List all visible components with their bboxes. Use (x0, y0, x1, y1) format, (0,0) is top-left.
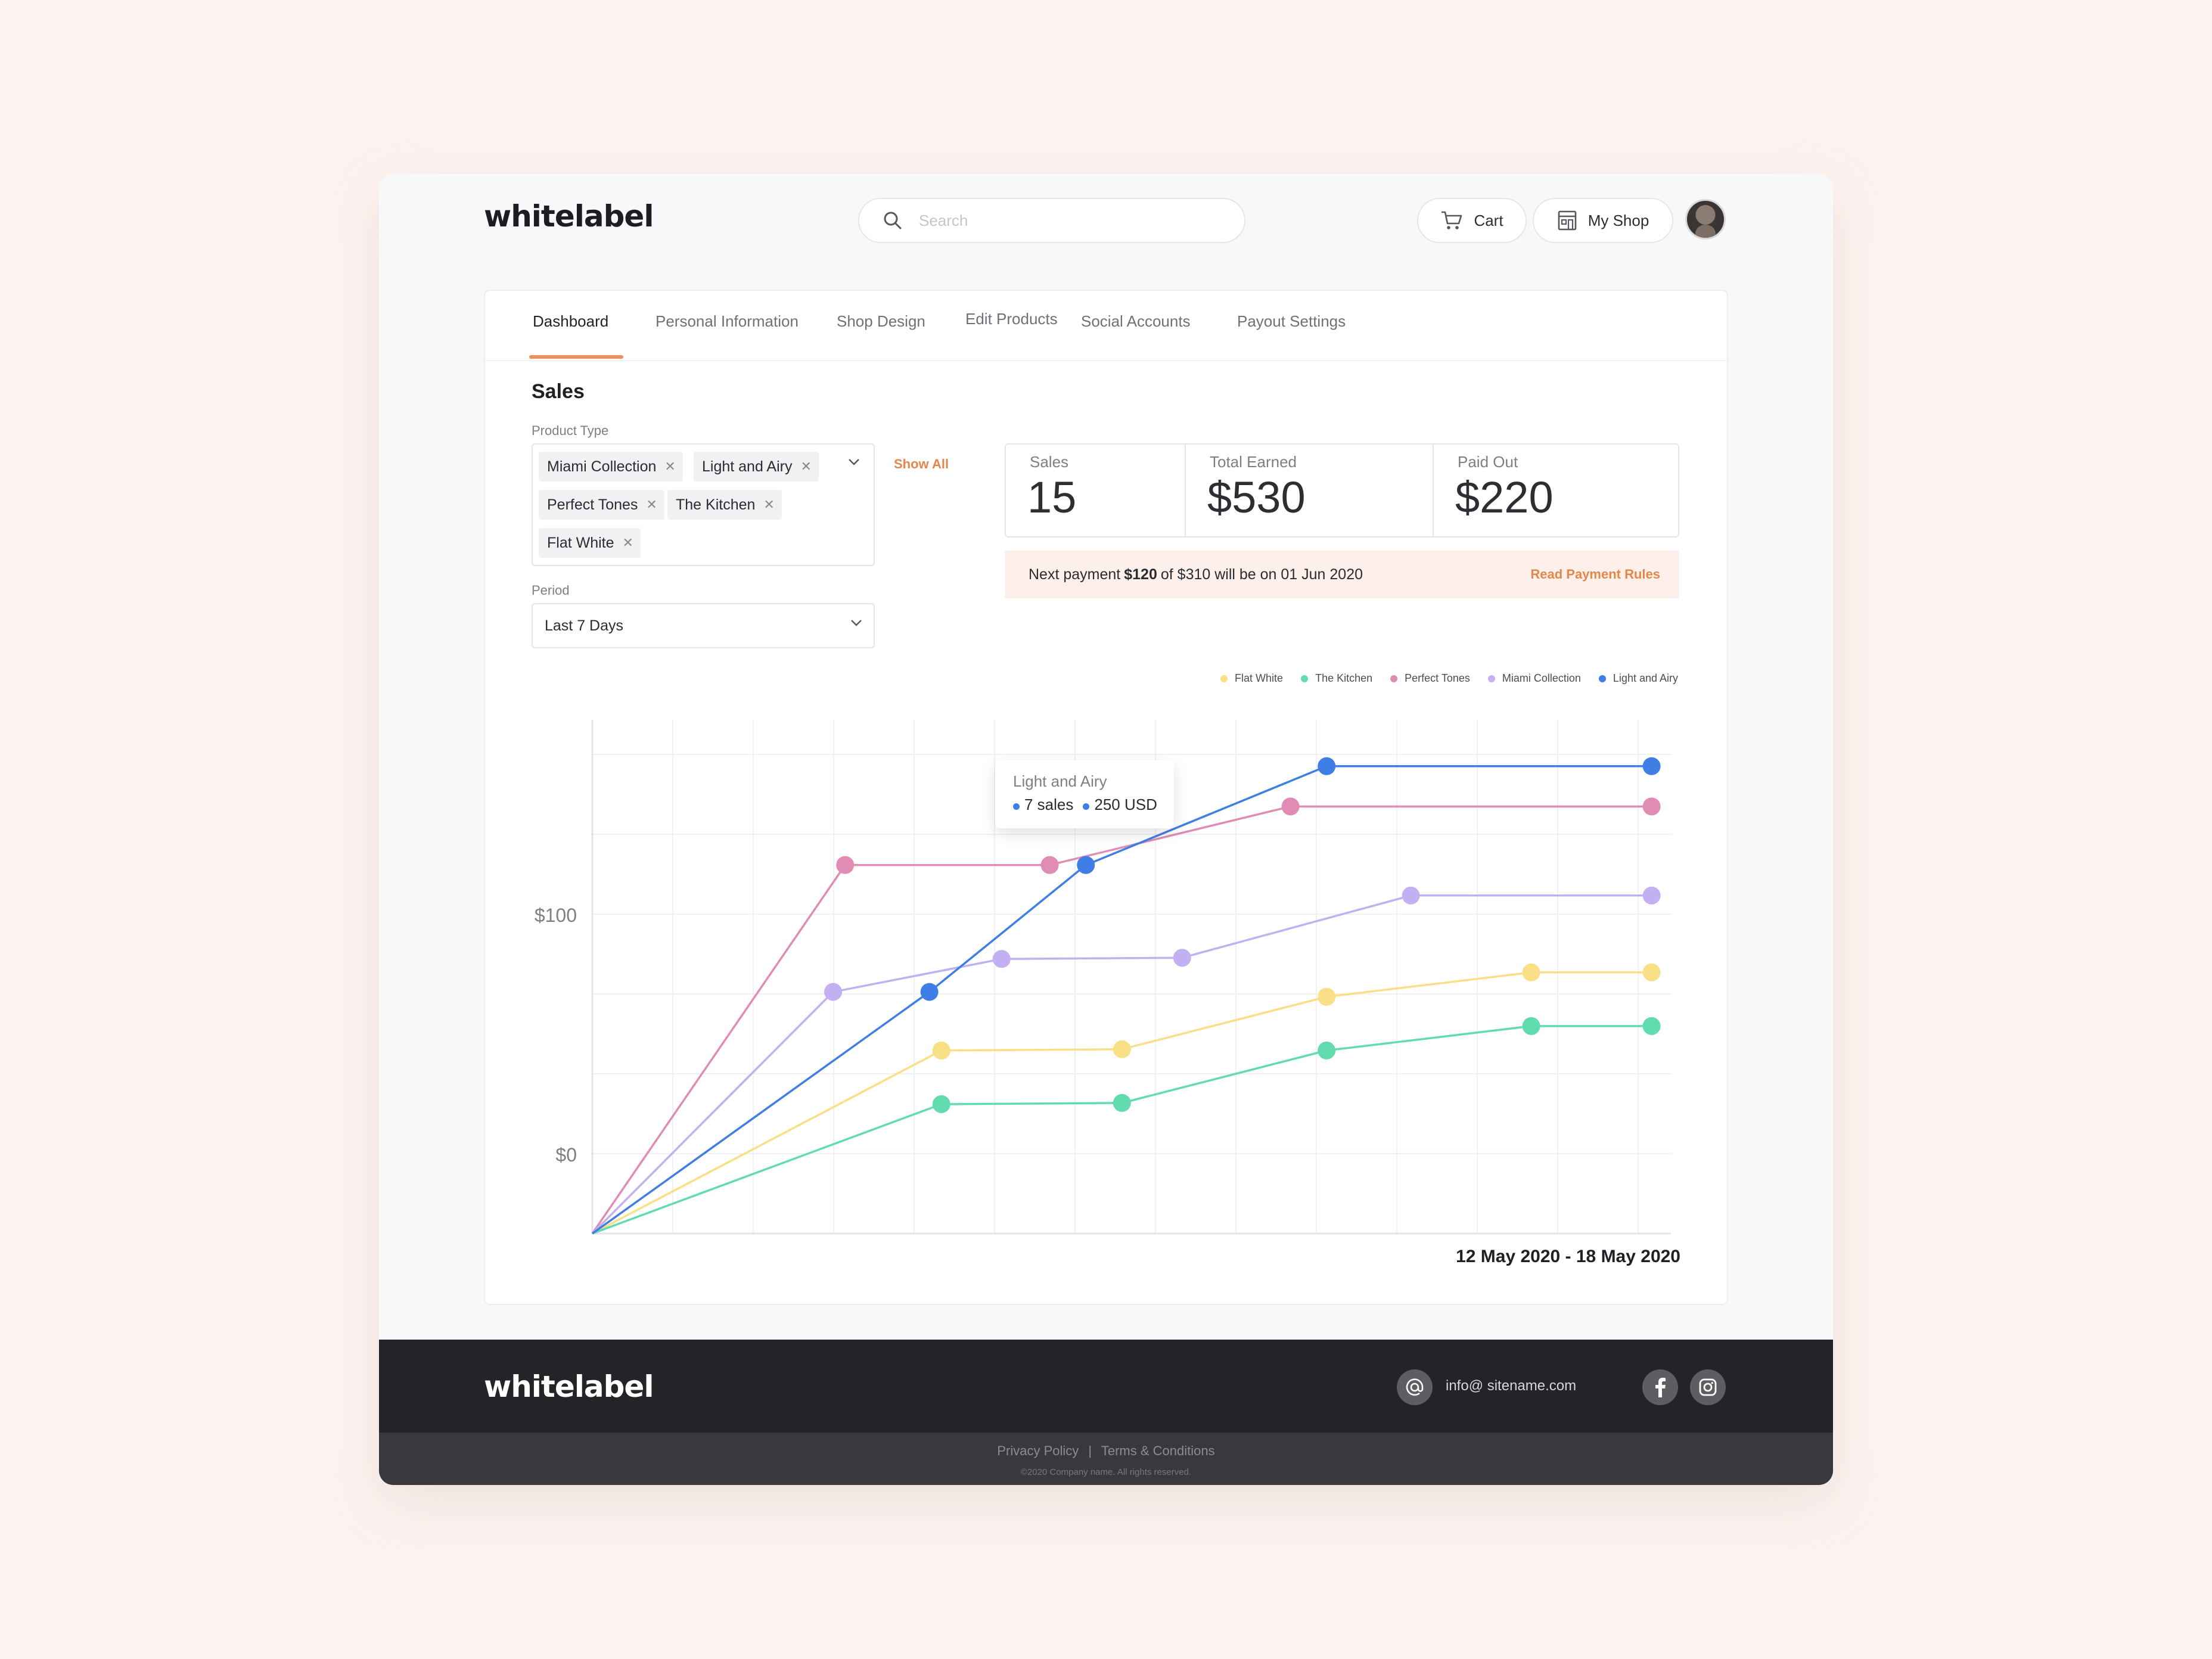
brand-logo[interactable]: whitelabel (484, 199, 654, 234)
tooltip-values: 7 sales 250 USD (1013, 796, 1174, 814)
data-point (1318, 757, 1336, 775)
app-window: whitelabel Cart My Shop Dashboard Person… (379, 174, 1833, 1485)
cart-icon (1441, 211, 1462, 229)
search-icon (884, 212, 902, 229)
data-point (1173, 949, 1191, 967)
legal-links: Privacy Policy | Terms & Conditions (379, 1443, 1833, 1459)
my-shop-label: My Shop (1587, 211, 1649, 229)
email-icon[interactable] (1397, 1369, 1433, 1405)
series-line (591, 894, 1652, 1235)
date-range-label: 12 May 2020 - 18 May 2020 (1456, 1247, 1680, 1266)
data-point (1113, 1093, 1131, 1112)
data-point (1318, 1041, 1336, 1060)
search-input[interactable] (918, 210, 1228, 231)
tooltip-title: Light and Airy (1013, 772, 1107, 790)
data-point (1642, 963, 1661, 981)
dot-icon (1013, 803, 1020, 810)
shop-icon (1558, 210, 1576, 231)
data-point (1642, 797, 1661, 816)
dashboard-card: Dashboard Personal Information Shop Desi… (484, 290, 1728, 1305)
data-point (1642, 1017, 1661, 1035)
user-avatar[interactable] (1685, 199, 1726, 240)
at-sign-icon (1406, 1378, 1424, 1396)
chart-tooltip: Light and Airy 7 sales 250 USD (995, 760, 1174, 828)
search-bar[interactable] (858, 198, 1245, 243)
instagram-icon[interactable] (1690, 1369, 1726, 1405)
data-point (932, 1041, 950, 1060)
data-point (992, 950, 1011, 968)
data-point (1318, 987, 1336, 1006)
data-point (836, 856, 855, 874)
data-point (1281, 797, 1300, 816)
cart-label: Cart (1474, 211, 1503, 229)
footer-email[interactable]: info@ sitename.com (1446, 1378, 1576, 1394)
footer-logo[interactable]: whitelabel (484, 1369, 654, 1404)
facebook-icon[interactable] (1642, 1369, 1678, 1405)
data-point (1522, 963, 1540, 981)
copyright-text: ©2020 Company name. All rights reserved. (1020, 1467, 1192, 1477)
terms-link[interactable]: Terms & Conditions (1101, 1443, 1215, 1458)
tooltip-amount: 250 USD (1094, 796, 1157, 813)
footer: whitelabel info@ sitename.com (379, 1340, 1833, 1433)
data-point (1113, 1040, 1131, 1058)
data-point (1077, 856, 1095, 874)
data-point (1642, 886, 1661, 905)
data-point (932, 1095, 950, 1113)
series-line (591, 805, 1652, 1234)
data-point (1522, 1017, 1540, 1035)
footer-legal-bar: Privacy Policy | Terms & Conditions ©202… (379, 1433, 1833, 1485)
series-line (591, 765, 1652, 1235)
link-separator: | (1088, 1443, 1092, 1458)
dot-icon (1083, 803, 1090, 810)
privacy-policy-link[interactable]: Privacy Policy (997, 1443, 1079, 1458)
cart-button[interactable]: Cart (1417, 198, 1527, 243)
data-point (1040, 856, 1059, 874)
data-point (824, 983, 842, 1001)
data-point (1402, 886, 1420, 905)
data-point (1642, 757, 1661, 775)
data-point (920, 983, 939, 1001)
my-shop-button[interactable]: My Shop (1533, 198, 1673, 243)
tooltip-sales: 7 sales (1024, 796, 1074, 813)
